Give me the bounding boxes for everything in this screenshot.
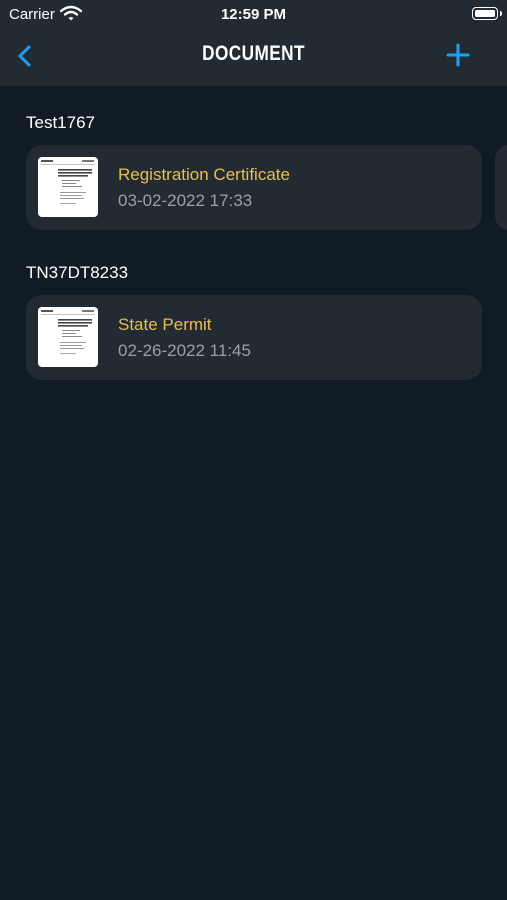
battery-icon: [472, 7, 502, 20]
next-document-card[interactable]: [495, 145, 507, 230]
document-preview-icon: [41, 160, 95, 204]
group-title: Test1767: [26, 113, 95, 132]
status-time: 12:59 PM: [220, 6, 287, 23]
document-preview-icon: [41, 310, 95, 354]
document-thumbnail: [38, 157, 98, 217]
group-title: TN37DT8233: [26, 263, 129, 282]
document-name: Registration Certificate: [118, 165, 290, 184]
page-title: DOCUMENT: [202, 42, 305, 65]
add-document-button[interactable]: [445, 41, 471, 69]
document-name: State Permit: [118, 315, 212, 334]
document-date: 02-26-2022 11:45: [118, 341, 251, 360]
status-bar: Carrier 12:59 PM: [0, 0, 507, 28]
back-button[interactable]: [12, 42, 40, 70]
document-card[interactable]: State Permit 02-26-2022 11:45: [26, 295, 482, 380]
document-card[interactable]: Registration Certificate 03-02-2022 17:3…: [26, 145, 482, 230]
document-thumbnail: [38, 307, 98, 367]
navigation-bar: DOCUMENT: [0, 28, 507, 86]
document-date: 03-02-2022 17:33: [118, 191, 253, 210]
